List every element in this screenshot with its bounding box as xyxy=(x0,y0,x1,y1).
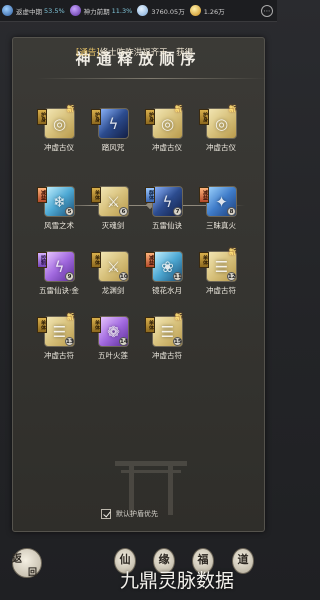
realm-label: 返虚中期 xyxy=(16,7,42,16)
skill-type-badge: 单体 xyxy=(91,317,101,333)
skill-label: 冲虚古符 xyxy=(206,286,236,295)
announcement-tag: [通告] xyxy=(76,48,100,58)
torii-gate-icon xyxy=(115,461,187,515)
status-bar: 返虚中期 53.5% 神力前期 11.3% 3760.05万 1.26万 ⋯ xyxy=(0,0,277,22)
new-tag: 新 xyxy=(229,104,236,113)
order-number: 15 xyxy=(173,337,182,346)
gem-stat[interactable]: 1.26万 xyxy=(189,5,225,16)
skill-type-badge: 减益 xyxy=(145,252,155,268)
skill-icon: ϟ xyxy=(98,108,129,139)
skill-type-badge: 减益 xyxy=(199,187,209,203)
back-button-label-top: 返 xyxy=(12,554,22,565)
power-icon xyxy=(69,5,81,16)
skill-type-badge: 护身 xyxy=(91,109,101,125)
skill-label: 五雷仙诀 xyxy=(152,221,182,230)
skill-label: 五叶火莲 xyxy=(98,351,128,360)
skill-label: 镜花水月 xyxy=(152,286,182,295)
gem-icon xyxy=(189,5,201,16)
new-tag: 新 xyxy=(175,312,182,321)
skill-label: 风雪之术 xyxy=(44,221,74,230)
quick-button-4[interactable]: 道 xyxy=(232,548,254,574)
skill-slot-8[interactable]: ✦ 减益 8 三昧真火 xyxy=(197,186,245,242)
spirit-stat[interactable]: 3760.05万 xyxy=(137,5,185,16)
skill-slot-1[interactable]: ◎ 护身 新 冲虚古仪 xyxy=(35,104,83,164)
skill-slot-5[interactable]: ❄ 减益 5 风雪之术 xyxy=(35,186,83,242)
order-number: 12 xyxy=(227,272,236,281)
skill-label: 灭魂剑 xyxy=(101,221,125,230)
skill-label: 龙渊剑 xyxy=(101,286,125,295)
checkbox-label: 默认护盾优先 xyxy=(116,510,158,518)
skill-type-badge: 护身 xyxy=(145,109,155,125)
skill-slot-4[interactable]: ◎ 护身 新 冲虚古仪 xyxy=(197,104,245,164)
new-tag: 新 xyxy=(67,312,74,321)
spirit-value: 3760.05万 xyxy=(151,7,185,16)
order-number: 5 xyxy=(65,207,74,216)
power-label: 神力前期 xyxy=(83,7,110,16)
skill-type-badge: 控制 xyxy=(37,252,47,268)
skill-type-badge: 单体 xyxy=(199,252,209,268)
power-stat[interactable]: 神力前期 11.3% xyxy=(69,5,133,16)
power-percent: 11.3% xyxy=(111,6,133,15)
realm-percent: 53.5% xyxy=(44,6,65,15)
skill-label: 冲虚古仪 xyxy=(206,143,236,152)
title-divider xyxy=(37,78,266,79)
announcement-ticker: [通告]修士咋咋洪福齐天，获得 xyxy=(76,46,266,60)
skill-type-badge: 单体 xyxy=(145,317,155,333)
order-number: 8 xyxy=(227,207,236,216)
realm-icon xyxy=(2,5,13,16)
skill-label: 冲虚古仪 xyxy=(152,143,182,152)
watermark-text: 九鼎灵脉数据 xyxy=(120,570,235,592)
back-button[interactable]: 返 回 xyxy=(6,548,44,580)
order-number: 7 xyxy=(173,207,182,216)
new-tag: 新 xyxy=(67,104,74,113)
skill-label: 五雷仙诀·金 xyxy=(39,286,79,295)
skill-label: 三昧真火 xyxy=(206,221,236,230)
skill-slot-2[interactable]: ϟ 护身 踏风咒 xyxy=(89,108,137,164)
new-tag: 新 xyxy=(229,247,236,256)
more-icon[interactable]: ⋯ xyxy=(261,4,273,17)
realm-stat[interactable]: 返虚中期 53.5% xyxy=(2,5,65,16)
skill-type-badge: 单体 xyxy=(91,252,101,268)
back-button-label-bottom: 回 xyxy=(28,568,38,578)
skill-type-badge: 单体 xyxy=(37,317,47,333)
skill-label: 冲虚古符 xyxy=(44,351,74,360)
skill-slot-13[interactable]: ☰ 单体 新 13 冲虚古符 xyxy=(35,312,83,372)
skill-slot-12[interactable]: ☰ 单体 新 12 冲虚古符 xyxy=(197,247,245,307)
skill-label: 冲虚古仪 xyxy=(44,143,74,152)
skill-type-badge: 减益 xyxy=(37,187,47,203)
skill-type-badge: 群体 xyxy=(145,187,155,203)
skill-slot-6[interactable]: ⚔ 单体 6 灭魂剑 xyxy=(89,186,137,242)
skill-slot-10[interactable]: ⚔ 单体 10 龙渊剑 xyxy=(89,251,137,307)
order-number: 10 xyxy=(119,272,128,281)
order-number: 14 xyxy=(119,337,128,346)
skill-slot-3[interactable]: ◎ 护身 新 冲虚古仪 xyxy=(143,104,191,164)
skill-slot-9[interactable]: ϟ 控制 9 五雷仙诀·金 xyxy=(35,251,83,307)
skill-label: 踏风咒 xyxy=(101,143,125,152)
skill-type-badge: 护身 xyxy=(199,109,209,125)
default-shield-priority-toggle[interactable]: 默认护盾优先 xyxy=(101,509,158,519)
gem-value: 1.26万 xyxy=(203,7,225,16)
new-tag: 新 xyxy=(175,104,182,113)
skill-slot-15[interactable]: ☰ 单体 新 15 冲虚古符 xyxy=(143,312,191,372)
skill-type-badge: 护身 xyxy=(37,109,47,125)
skill-slot-14[interactable]: ❁ 单体 14 五叶火莲 xyxy=(89,316,137,372)
checkbox-checked-icon[interactable] xyxy=(101,509,111,519)
skill-label: 冲虚古符 xyxy=(152,351,182,360)
order-number: 13 xyxy=(65,337,74,346)
spirit-stone-icon xyxy=(137,5,149,16)
skill-type-badge: 单体 xyxy=(91,187,101,203)
order-number: 11 xyxy=(173,272,182,281)
order-number: 9 xyxy=(65,272,74,281)
skill-slot-11[interactable]: ❀ 减益 11 镜花水月 xyxy=(143,251,191,307)
order-number: 6 xyxy=(119,207,128,216)
announcement-text: 修士咋咋洪福齐天，获得 xyxy=(99,48,194,58)
skill-slot-7[interactable]: ϟ 群体 7 五雷仙诀 xyxy=(143,186,191,242)
